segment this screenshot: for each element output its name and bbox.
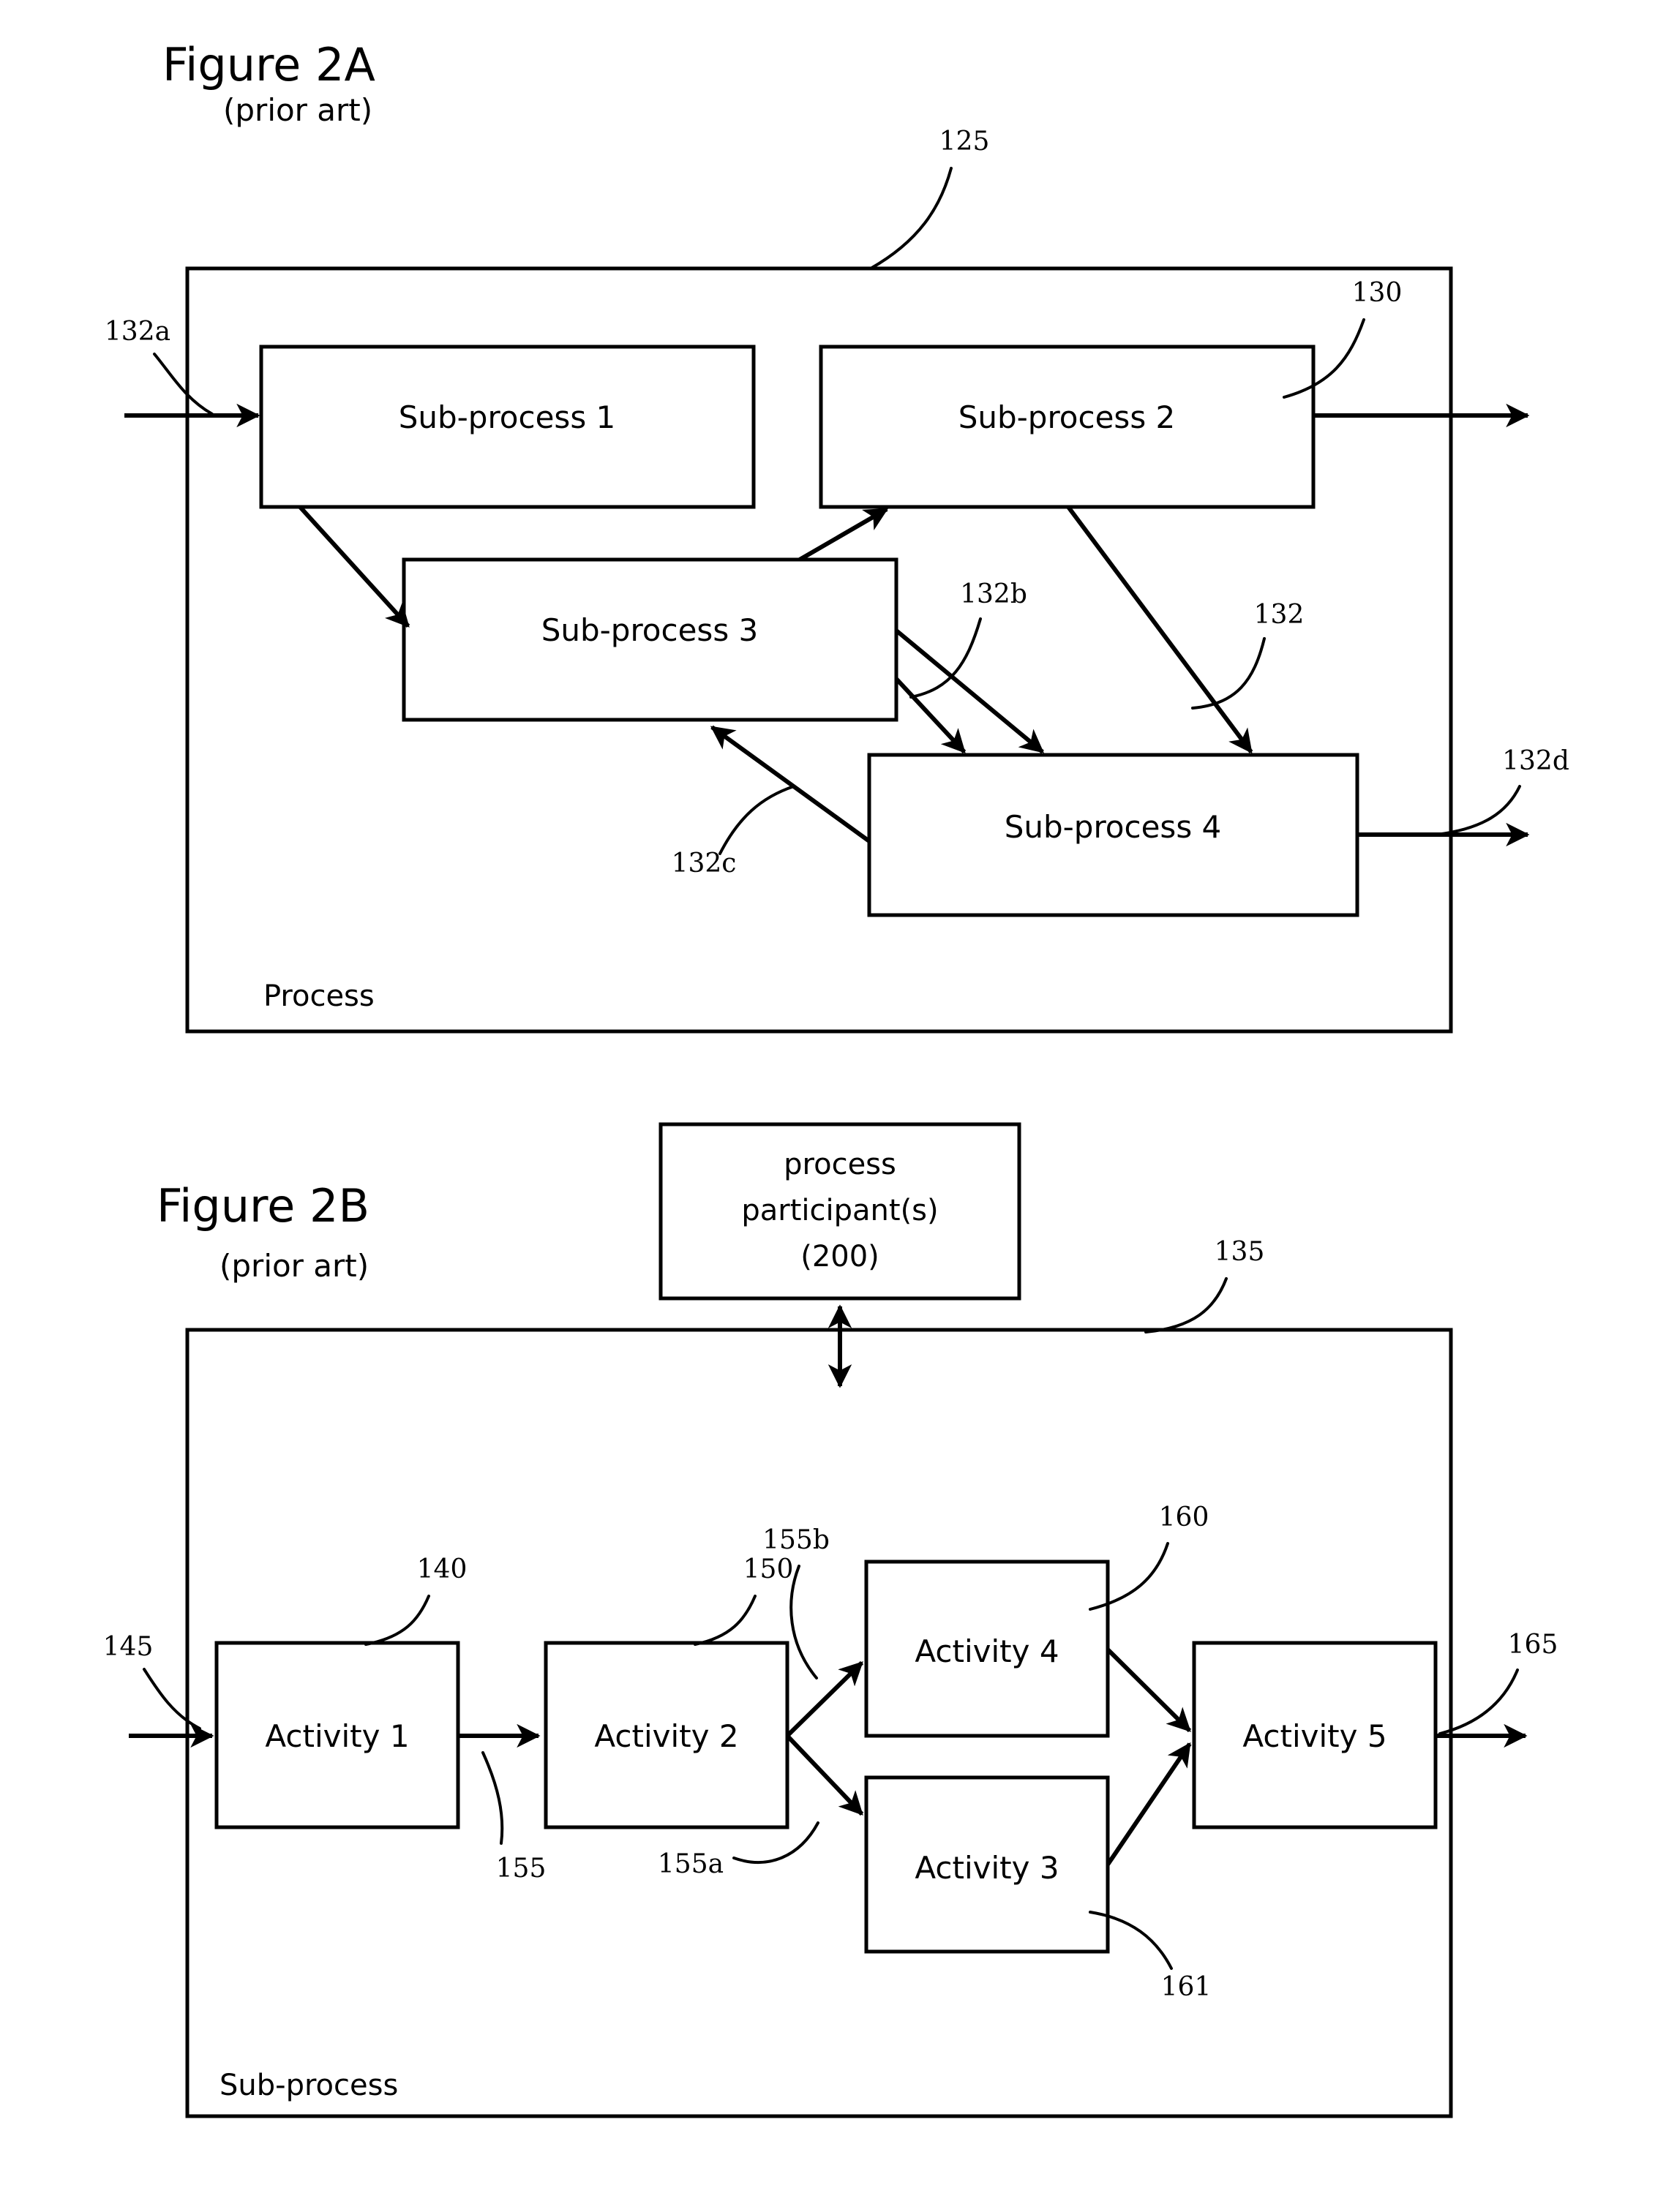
leader-155 <box>481 1751 504 1845</box>
sub-process-1-label: Sub-process 1 <box>399 399 616 435</box>
activity-2-label: Activity 2 <box>594 1718 738 1754</box>
leader-140 <box>364 1595 430 1646</box>
leader-125 <box>869 167 953 270</box>
sub-process-3-label: Sub-process 3 <box>541 612 759 648</box>
process-participants-line3: (200) <box>800 1240 879 1274</box>
figure-2a-subtitle: (prior art) <box>223 92 372 128</box>
figure-2b: Figure 2B (prior art) process participan… <box>103 1122 1558 2118</box>
ref-165: 165 <box>1508 1630 1558 1660</box>
leader-132c <box>718 785 795 855</box>
leader-150 <box>694 1595 757 1646</box>
leader-132d <box>1435 785 1521 836</box>
activity-4-label: Activity 4 <box>915 1633 1059 1669</box>
ref-145: 145 <box>103 1632 154 1662</box>
leader-155b <box>789 1565 818 1679</box>
figure-2a: Figure 2A (prior art) Process 125 132a S… <box>105 38 1569 1034</box>
ref-132a: 132a <box>105 317 170 347</box>
ref-132c: 132c <box>672 849 737 879</box>
activity-1-label: Activity 1 <box>265 1718 409 1754</box>
ref-132: 132 <box>1254 600 1305 630</box>
activity-5-label: Activity 5 <box>1242 1718 1387 1754</box>
process-participants-line2: participant(s) <box>741 1194 938 1227</box>
figures-canvas: Figure 2A (prior art) Process 125 132a S… <box>103 38 1569 2118</box>
ref-155: 155 <box>496 1854 547 1884</box>
ref-125: 125 <box>939 127 990 157</box>
leader-132a <box>153 353 214 415</box>
ref-130: 130 <box>1352 278 1403 308</box>
flow-a4-to-a5 <box>1106 1647 1192 1733</box>
flow-a2-to-a4-155b <box>785 1660 864 1738</box>
ref-132d: 132d <box>1502 746 1569 776</box>
ref-160: 160 <box>1159 1502 1209 1532</box>
flow-a3-to-a5 <box>1106 1742 1192 1866</box>
activity-3-label: Activity 3 <box>915 1850 1059 1886</box>
process-participants-line1: process <box>784 1148 896 1181</box>
sub-process-container-label: Sub-process <box>219 2069 398 2102</box>
leader-135 <box>1144 1277 1228 1333</box>
ref-132b: 132b <box>960 579 1027 609</box>
sub-process-2-label: Sub-process 2 <box>958 399 1176 435</box>
ref-155b: 155b <box>762 1525 830 1555</box>
process-container-label: Process <box>263 979 375 1013</box>
leader-132 <box>1191 637 1266 710</box>
leader-145 <box>143 1668 201 1730</box>
flow-sp2-to-sp4-132 <box>1066 505 1253 754</box>
flow-sp3-to-sp2 <box>798 507 889 562</box>
ref-140: 140 <box>417 1554 468 1584</box>
flow-sp1-to-sp3 <box>298 505 410 628</box>
ref-150: 150 <box>743 1554 794 1584</box>
leader-132b <box>909 617 982 699</box>
flow-a2-to-a3-155a <box>785 1734 864 1816</box>
figure-2a-title: Figure 2A <box>162 38 375 91</box>
ref-135: 135 <box>1215 1237 1265 1267</box>
figure-2b-subtitle: (prior art) <box>219 1248 369 1284</box>
patent-drawing-sheet: Figure 2A (prior art) Process 125 132a S… <box>0 0 1666 2212</box>
flow-sp4-to-sp3-132c <box>710 725 871 843</box>
ref-161: 161 <box>1161 1972 1212 2002</box>
sub-process-4-label: Sub-process 4 <box>1005 809 1222 845</box>
ref-155a: 155a <box>658 1849 724 1879</box>
figure-2b-title: Figure 2B <box>157 1179 369 1233</box>
